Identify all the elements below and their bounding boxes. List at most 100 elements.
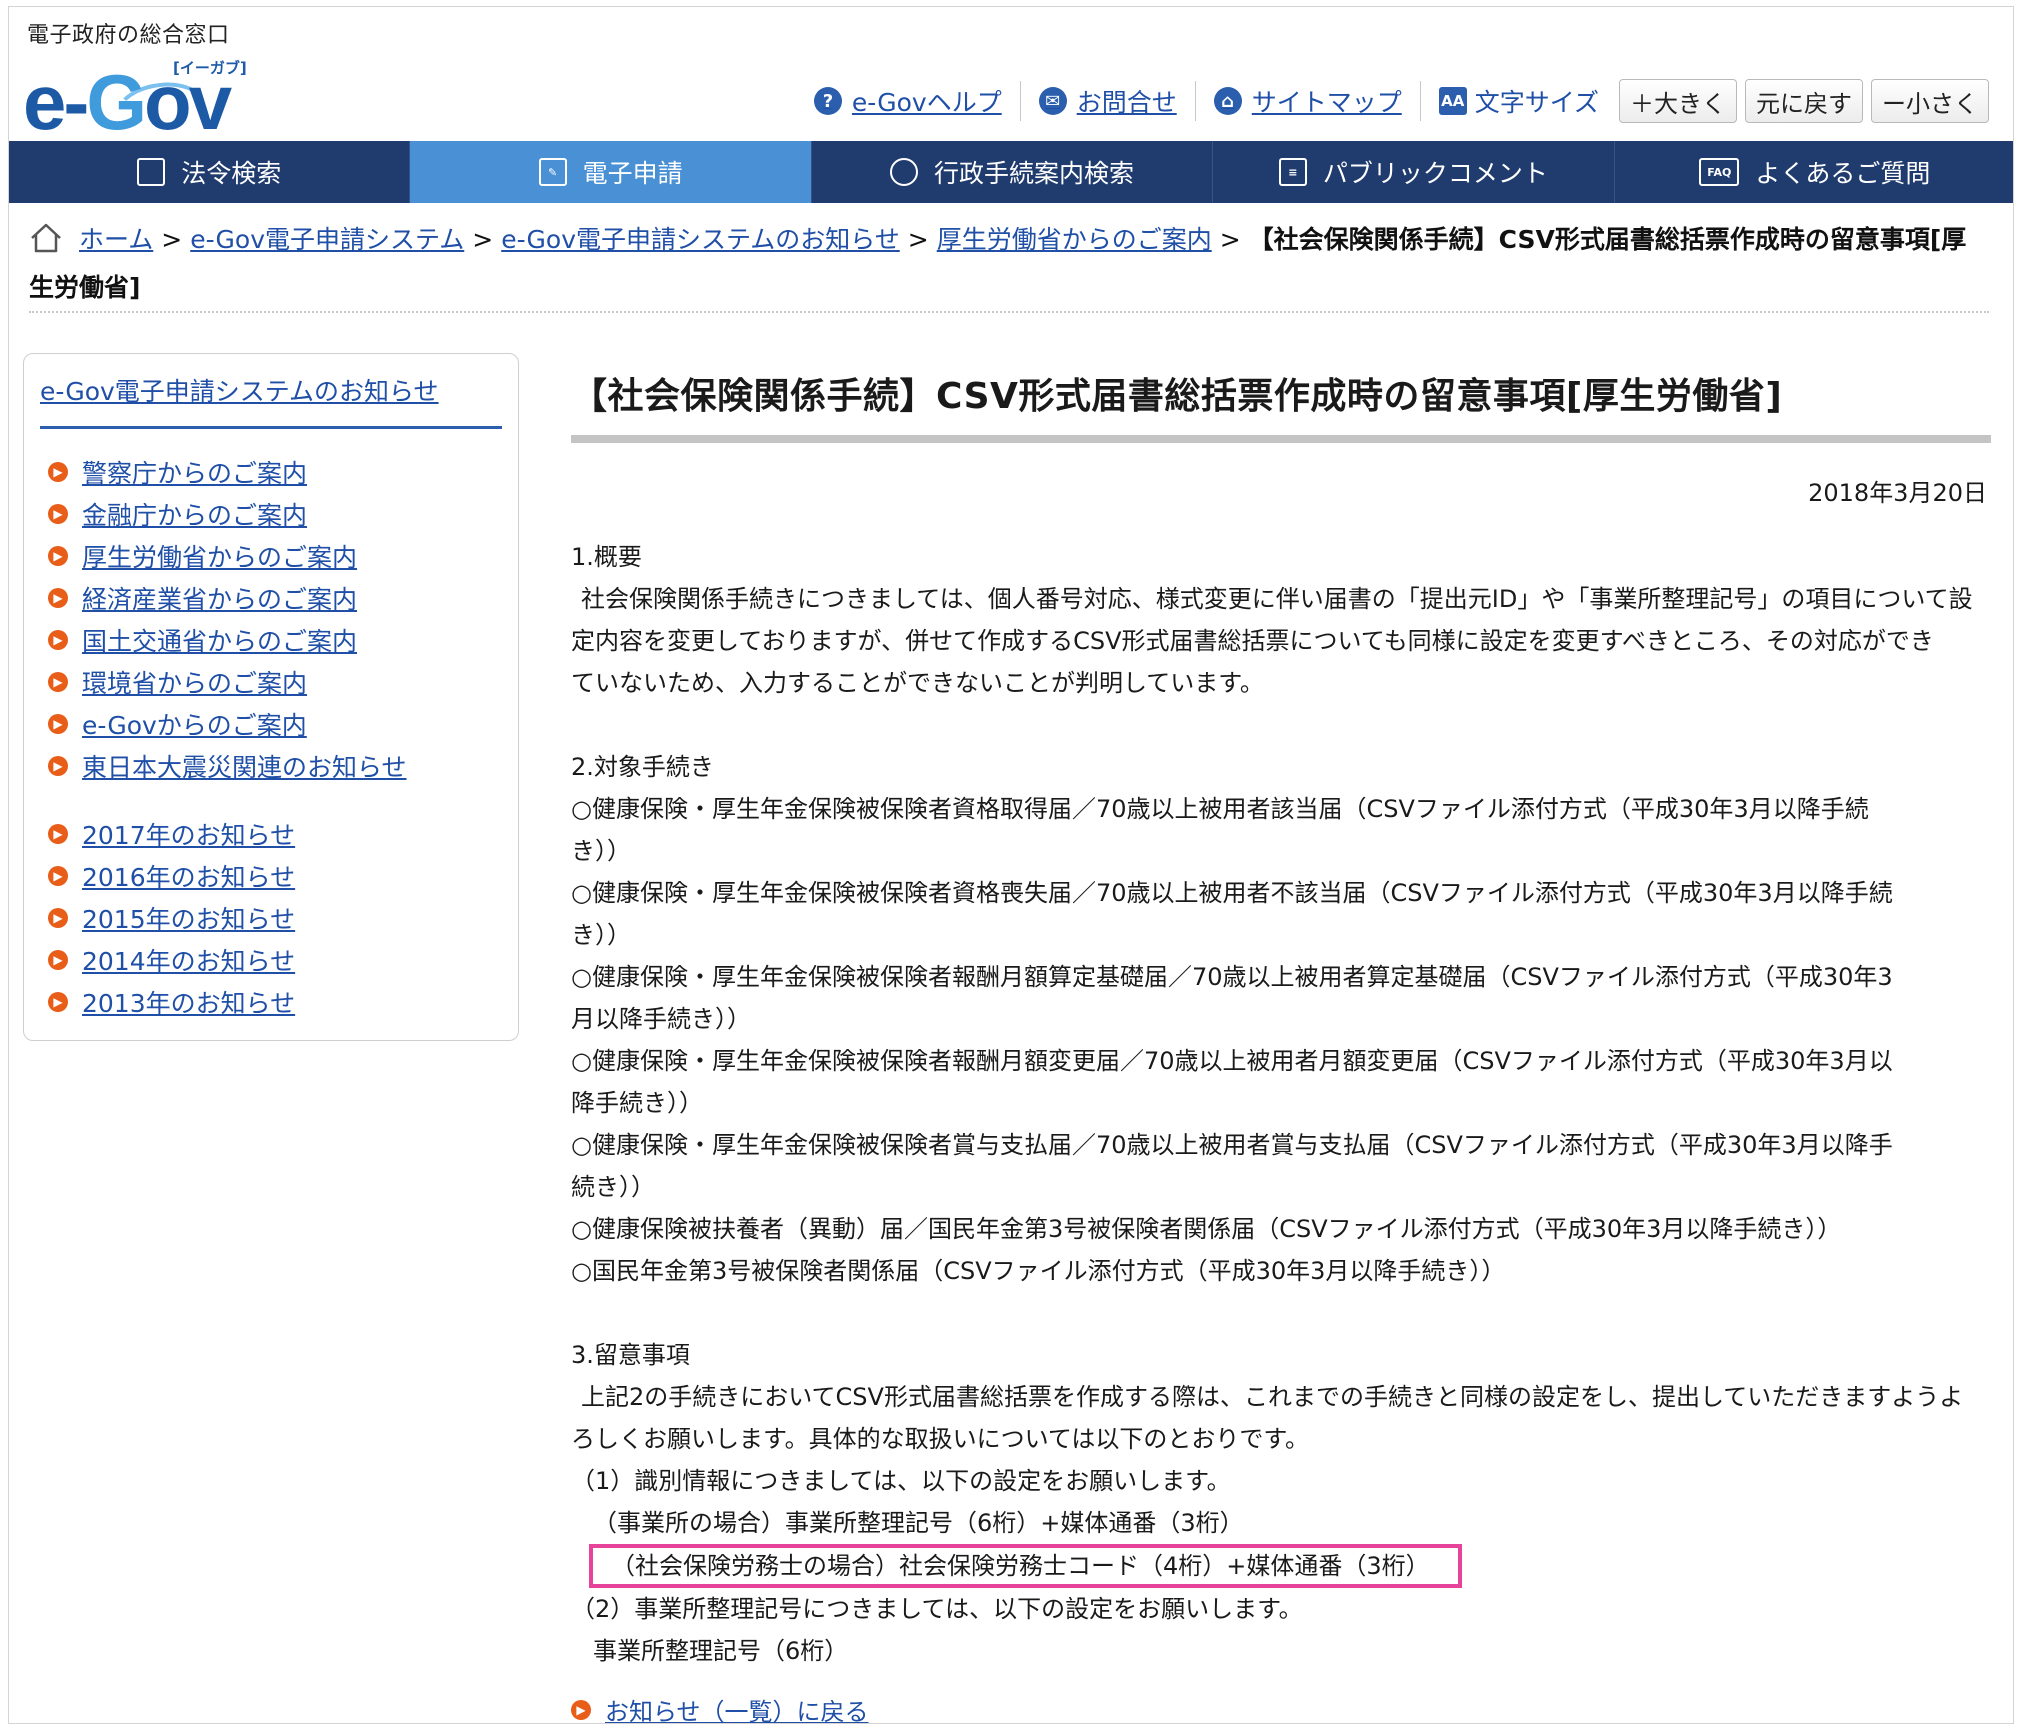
sidebar-item[interactable]: ▶ 国土交通省からのご案内 bbox=[48, 619, 518, 661]
tab-faq[interactable]: FAQ よくあるご質問 bbox=[1615, 141, 2013, 203]
arrow-icon: ▶ bbox=[48, 950, 68, 970]
procedure-line: 降手続き）） bbox=[571, 1089, 703, 1117]
help-icon: ? bbox=[813, 87, 842, 115]
subsection-line: （2）事業所整理記号につきましては、以下の設定をお願いします。 bbox=[571, 1595, 1303, 1623]
sidebar-link[interactable]: 警察庁からのご案内 bbox=[82, 454, 307, 490]
arrow-icon: ▶ bbox=[48, 866, 68, 886]
breadcrumb-separator: > bbox=[472, 225, 494, 254]
tab-label: 法令検索 bbox=[181, 159, 282, 188]
section-heading: 3.留意事項 bbox=[571, 1341, 690, 1369]
font-reset-button[interactable]: 元に戻す bbox=[1745, 79, 1863, 123]
paragraph-line: ていないため、入力することができないことが判明しています。 bbox=[571, 669, 1264, 697]
sidebar-link[interactable]: e-Govからのご案内 bbox=[82, 706, 307, 742]
sidebar-item[interactable]: ▶ 2017年のお知らせ bbox=[48, 813, 518, 855]
sidebar-item[interactable]: ▶ 警察庁からのご案内 bbox=[48, 451, 518, 493]
arrow-icon: ▶ bbox=[48, 992, 68, 1012]
procedure-line: ○国民年金第3号被保険者関係届（CSVファイル添付方式（平成30年3月以降手続き… bbox=[571, 1257, 1506, 1285]
help-label: e-Govヘルプ bbox=[851, 88, 1002, 117]
logo-letter: ov bbox=[144, 58, 232, 146]
sidebar-item[interactable]: ▶ 東日本大震災関連のお知らせ bbox=[48, 745, 518, 787]
help-link[interactable]: ? e-Govヘルプ bbox=[813, 83, 1002, 119]
font-size-label: AA 文字サイズ bbox=[1438, 83, 1599, 119]
arrow-icon: ▶ bbox=[48, 546, 68, 566]
font-smaller-button[interactable]: ー小さく bbox=[1871, 79, 1989, 123]
breadcrumb-separator: > bbox=[1219, 225, 1241, 254]
sidebar-link[interactable]: 2014年のお知らせ bbox=[82, 942, 295, 978]
paragraph-line: ろしくお願いします。具体的な取扱いについては以下のとおりです。 bbox=[571, 1425, 1309, 1453]
sidebar-link[interactable]: 2013年のお知らせ bbox=[82, 984, 295, 1020]
divider bbox=[1019, 81, 1021, 121]
contact-label: お問合せ bbox=[1076, 88, 1177, 117]
book-icon bbox=[137, 158, 166, 186]
sidebar-item[interactable]: ▶ e-Govからのご案内 bbox=[48, 703, 518, 745]
sidebar-ministry-list: ▶ 警察庁からのご案内 ▶ 金融庁からのご案内 ▶ 厚生労働省からのご案内 ▶ 経済産業… bbox=[24, 451, 518, 787]
sidebar-item[interactable]: ▶ 2013年のお知らせ bbox=[48, 981, 518, 1023]
sidebar-link[interactable]: 厚生労働省からのご案内 bbox=[82, 538, 357, 574]
tab-procedure-search[interactable]: 行政手続案内検索 bbox=[812, 141, 1214, 203]
arrow-icon: ▶ bbox=[48, 462, 68, 482]
procedure-line: ○健康保険・厚生年金保険被保険者報酬月額算定基礎届／70歳以上被用者算定基礎届（… bbox=[571, 963, 1893, 991]
tab-e-application[interactable]: ✎ 電子申請 bbox=[410, 141, 812, 203]
faq-icon: FAQ bbox=[1699, 158, 1740, 186]
procedure-line: ○健康保険被扶養者（異動）届／国民年金第3号被保険者関係届（CSVファイル添付方… bbox=[571, 1215, 1842, 1243]
arrow-icon: ▶ bbox=[48, 908, 68, 928]
contact-link[interactable]: ✉ お問合せ bbox=[1038, 83, 1177, 119]
back-to-list[interactable]: ▶ お知らせ（一覧）に戻る bbox=[571, 1692, 1991, 1723]
utility-bar: ? e-Govヘルプ ✉ お問合せ ⌂ サイトマップ AA 文字サイズ ＋大きく… bbox=[813, 77, 1989, 125]
sidebar-item[interactable]: ▶ 環境省からのご案内 bbox=[48, 661, 518, 703]
title-underline bbox=[571, 435, 1991, 443]
arrow-icon: ▶ bbox=[48, 630, 68, 650]
sitemap-link[interactable]: ⌂ サイトマップ bbox=[1213, 83, 1402, 119]
breadcrumb-egov-system[interactable]: e-Gov電子申請システム bbox=[190, 225, 464, 254]
sidebar: e-Gov電子申請システムのお知らせ ▶ 警察庁からのご案内 ▶ 金融庁からのご案内… bbox=[23, 353, 519, 1041]
arrow-icon: ▶ bbox=[48, 824, 68, 844]
sidebar-link[interactable]: 金融庁からのご案内 bbox=[82, 496, 307, 532]
sidebar-link[interactable]: 2017年のお知らせ bbox=[82, 816, 295, 852]
arrow-icon: ▶ bbox=[48, 504, 68, 524]
sidebar-item[interactable]: ▶ 2016年のお知らせ bbox=[48, 855, 518, 897]
sidebar-item[interactable]: ▶ 2015年のお知らせ bbox=[48, 897, 518, 939]
tab-law-search[interactable]: 法令検索 bbox=[9, 141, 411, 203]
sidebar-item[interactable]: ▶ 経済産業省からのご案内 bbox=[48, 577, 518, 619]
sidebar-link[interactable]: 国土交通省からのご案内 bbox=[82, 622, 357, 658]
font-size-icon: AA bbox=[1438, 87, 1467, 115]
publish-date: 2018年3月20日 bbox=[1808, 479, 1987, 507]
sidebar-link[interactable]: 環境省からのご案内 bbox=[82, 664, 307, 700]
back-to-list-link[interactable]: お知らせ（一覧）に戻る bbox=[605, 1692, 869, 1723]
font-larger-button[interactable]: ＋大きく bbox=[1619, 79, 1737, 123]
sidebar-title[interactable]: e-Gov電子申請システムのお知らせ bbox=[40, 372, 502, 429]
procedure-line: き）） bbox=[571, 921, 631, 949]
article-body: 1.概要 社会保険関係手続きにつきましては、個人番号対応、様式変更に伴い届書の「… bbox=[571, 536, 1991, 1672]
sitemap-icon: ⌂ bbox=[1213, 87, 1242, 115]
highlighted-setting-line: （社会保険労務士の場合）社会保険労務士コード（4桁）+媒体通番（3桁） bbox=[589, 1544, 1462, 1588]
logo-letter: G bbox=[86, 58, 147, 146]
paragraph-line: 上記2の手続きにおいてCSV形式届書総括票を作成する際は、これまでの手続きと同様… bbox=[581, 1383, 1964, 1411]
subsection-line: （1）識別情報につきましては、以下の設定をお願いします。 bbox=[571, 1467, 1231, 1495]
logo-wordmark: e-Gov bbox=[23, 63, 232, 141]
tab-label: パブリックコメント bbox=[1322, 159, 1548, 188]
arrow-icon: ▶ bbox=[571, 1699, 591, 1720]
breadcrumb-separator: > bbox=[907, 225, 929, 254]
sidebar-item[interactable]: ▶ 金融庁からのご案内 bbox=[48, 493, 518, 535]
sidebar-link[interactable]: 東日本大震災関連のお知らせ bbox=[82, 748, 407, 784]
sidebar-link[interactable]: 2015年のお知らせ bbox=[82, 900, 295, 936]
home-icon[interactable] bbox=[29, 222, 63, 267]
breadcrumb-notices[interactable]: e-Gov電子申請システムのお知らせ bbox=[501, 225, 900, 254]
sidebar-item[interactable]: ▶ 厚生労働省からのご案内 bbox=[48, 535, 518, 577]
sidebar-item[interactable]: ▶ 2014年のお知らせ bbox=[48, 939, 518, 981]
comment-icon: ≡ bbox=[1278, 158, 1307, 186]
global-nav: 法令検索 ✎ 電子申請 行政手続案内検索 ≡ パブリックコメント FAQ よくあ… bbox=[9, 141, 2013, 203]
sidebar-link[interactable]: 経済産業省からのご案内 bbox=[82, 580, 357, 616]
egov-logo[interactable]: [イーガブ] e-Gov bbox=[23, 53, 268, 146]
arrow-icon: ▶ bbox=[48, 756, 68, 776]
breadcrumb-mhlw[interactable]: 厚生労働省からのご案内 bbox=[937, 225, 1212, 254]
tab-label: 行政手続案内検索 bbox=[934, 159, 1135, 188]
logo-letter: - bbox=[63, 58, 89, 146]
paragraph-line: 社会保険関係手続きにつきましては、個人番号対応、様式変更に伴い届書の「提出元ID… bbox=[581, 585, 1973, 613]
sidebar-link[interactable]: 2016年のお知らせ bbox=[82, 858, 295, 894]
divider bbox=[1419, 81, 1421, 121]
arrow-icon: ▶ bbox=[48, 714, 68, 734]
breadcrumb-home[interactable]: ホーム bbox=[79, 225, 153, 254]
tab-public-comment[interactable]: ≡ パブリックコメント bbox=[1213, 141, 1615, 203]
section-heading: 1.概要 bbox=[571, 543, 642, 571]
